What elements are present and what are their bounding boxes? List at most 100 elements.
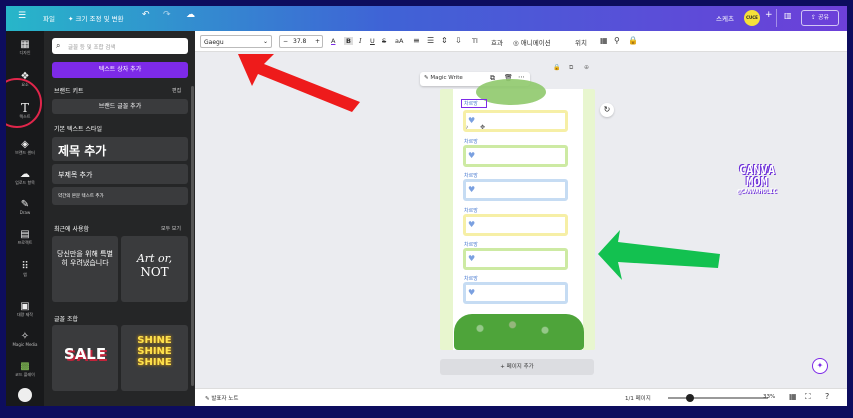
- recent-font-2-line2: NOT: [140, 265, 169, 279]
- notes-label: 발표자 노트: [211, 396, 239, 402]
- magic-write-label: Magic Write: [430, 75, 463, 81]
- rail-item-brand[interactable]: ◈ 브랜드 센터: [6, 139, 44, 156]
- row-bar-blue[interactable]: [463, 282, 568, 304]
- avatar[interactable]: CUCE: [744, 10, 760, 26]
- see-all-link[interactable]: 모두 보기: [161, 225, 181, 232]
- row-bar-yellow[interactable]: [463, 214, 568, 236]
- grid-view-icon[interactable]: ▦: [789, 392, 797, 401]
- align-icon[interactable]: ≡: [413, 36, 420, 45]
- search-placeholder: 글꼴 등 및 조합 검색: [68, 45, 116, 51]
- rail-item-code[interactable]: ▩ 코드 플레이: [6, 361, 44, 378]
- rail-item-draw[interactable]: ✎ Draw: [6, 199, 44, 216]
- zoom-slider-handle[interactable]: [686, 394, 694, 402]
- page-copy-icon[interactable]: ⧉: [569, 64, 573, 72]
- search-icon: ⌕: [56, 41, 61, 50]
- search-input[interactable]: ⌕ 글꼴 등 및 조합 검색: [52, 38, 188, 54]
- row-bar-blue[interactable]: [463, 179, 568, 201]
- add-textbox-button[interactable]: 텍스트 상자 추가: [52, 62, 188, 78]
- avatar-icon[interactable]: [18, 388, 32, 402]
- animate-button[interactable]: ◎ 애니메이션: [513, 37, 551, 47]
- italic-icon[interactable]: I: [359, 37, 362, 45]
- format-painter-icon[interactable]: ⚲: [614, 36, 620, 45]
- transparency-icon[interactable]: ▦: [600, 36, 608, 45]
- font-name: Gaegu: [204, 39, 224, 46]
- code-icon: ▩: [20, 361, 30, 372]
- add-brand-font-button[interactable]: 브랜드 글꼴 추가: [52, 99, 188, 114]
- strikethrough-icon[interactable]: S: [382, 37, 386, 45]
- recent-font-2-line1: Art or,: [136, 252, 173, 265]
- resize-menu[interactable]: ✦ 크기 조정 및 변환: [68, 13, 124, 23]
- rail-label: Draw: [19, 210, 31, 215]
- increase-size-button[interactable]: +: [315, 38, 320, 45]
- recent-font-2[interactable]: Art or, NOT: [121, 236, 188, 302]
- rail-item-design[interactable]: ▦ 디자인: [6, 39, 44, 56]
- zoom-value[interactable]: 33%: [763, 394, 775, 400]
- row-bar-green[interactable]: [463, 248, 568, 270]
- annotation-arrow-green: [598, 230, 720, 280]
- cloud-save-icon[interactable]: ☁: [186, 10, 195, 20]
- analytics-icon[interactable]: ▥: [784, 11, 792, 20]
- notes-button[interactable]: ✎ 발표자 노트: [205, 394, 238, 402]
- edit-link[interactable]: 편집: [172, 87, 181, 94]
- rail-item-magic-media[interactable]: ✧ Magic Media: [6, 331, 44, 348]
- case-icon[interactable]: aA: [395, 37, 403, 45]
- menu-icon[interactable]: ☰: [18, 11, 26, 21]
- lock-icon[interactable]: 🔒: [628, 36, 638, 45]
- heart-icon: ♥: [468, 288, 476, 297]
- position-button[interactable]: 위치: [575, 37, 587, 47]
- row-bar-green[interactable]: [463, 145, 568, 167]
- add-collaborator-icon[interactable]: +: [765, 10, 773, 20]
- zoom-slider[interactable]: [668, 397, 768, 399]
- undo-icon[interactable]: ↶: [142, 10, 150, 20]
- page-lock-icon[interactable]: 🔒: [553, 64, 560, 71]
- brand-icon: ◈: [21, 139, 29, 150]
- rail-item-apps[interactable]: ⠿ 앱: [6, 261, 44, 278]
- effects-button[interactable]: 효과: [491, 37, 503, 47]
- add-body-text-button[interactable]: 약간의 본문 텍스트 추가: [52, 187, 188, 205]
- magic-assistant-icon[interactable]: ✦: [812, 358, 828, 374]
- underline-icon[interactable]: U: [370, 37, 375, 45]
- rail-item-uploads[interactable]: ☁ 업로드 항목: [6, 169, 44, 186]
- combo-sale[interactable]: SALE: [52, 325, 118, 391]
- recent-font-1[interactable]: 당신만을 위해 특별히 우려냈습니다: [52, 236, 118, 302]
- projects-icon: ▤: [20, 229, 30, 240]
- default-styles-label: 기본 텍스트 스타일: [54, 126, 102, 133]
- selected-textbox[interactable]: 차르망: [461, 99, 487, 108]
- profile-name[interactable]: 스케츠: [716, 13, 734, 23]
- rail-label: 대량 제작: [17, 312, 33, 317]
- rail-label: 업로드 항목: [15, 180, 35, 185]
- share-button[interactable]: ⇪ 공유: [801, 10, 839, 26]
- magic-write-button[interactable]: ✎ Magic Write: [424, 75, 463, 81]
- text-direction-icon[interactable]: Tl: [472, 37, 478, 45]
- page-add-icon[interactable]: ⊕: [584, 64, 589, 71]
- font-combos-label: 글꼴 조합: [54, 316, 78, 323]
- font-size-value[interactable]: 37.8: [293, 38, 306, 45]
- text-color-icon[interactable]: A: [331, 37, 335, 45]
- add-page-button[interactable]: + 페이지 추가: [440, 359, 594, 375]
- list-icon[interactable]: ☰: [427, 36, 434, 45]
- page-count[interactable]: 1/1 페이지: [625, 394, 651, 402]
- file-menu[interactable]: 파일: [43, 13, 55, 23]
- combo-shine[interactable]: SHINE SHINE SHINE: [121, 325, 188, 391]
- rail-item-projects[interactable]: ▤ 프로젝트: [6, 229, 44, 246]
- fullscreen-icon[interactable]: ⛶: [805, 392, 811, 402]
- rail-label: 디자인: [19, 50, 31, 55]
- refresh-icon[interactable]: ↻: [600, 103, 614, 117]
- share-label: 공유: [817, 14, 829, 21]
- heart-icon: ♥: [468, 254, 476, 263]
- add-heading-button[interactable]: 제목 추가: [52, 137, 188, 161]
- decrease-size-button[interactable]: −: [283, 38, 288, 45]
- vertical-text-icon[interactable]: ⇩: [455, 36, 462, 45]
- text-panel: ⌕ 글꼴 등 및 조합 검색 텍스트 상자 추가 브랜드 키트 편집 브랜드 글꼴…: [44, 31, 195, 406]
- redo-icon[interactable]: ↷: [163, 10, 171, 20]
- app-window: ☰ 파일 ✦ 크기 조정 및 변환 ↶ ↷ ☁ 스케츠 CUCE + ▥ ⇪ 공…: [6, 6, 847, 406]
- row-label: 차르망: [464, 242, 478, 248]
- help-icon[interactable]: ?: [825, 392, 829, 401]
- add-subheading-button[interactable]: 부제목 추가: [52, 164, 188, 184]
- spacing-icon[interactable]: ⇕: [441, 36, 448, 45]
- bold-icon[interactable]: B: [344, 37, 353, 45]
- heart-icon: ♥: [468, 185, 476, 194]
- panel-scrollbar[interactable]: [191, 86, 194, 386]
- rail-item-bulk-create[interactable]: ▣ 대량 제작: [6, 301, 44, 318]
- row-bar-yellow[interactable]: [463, 110, 568, 132]
